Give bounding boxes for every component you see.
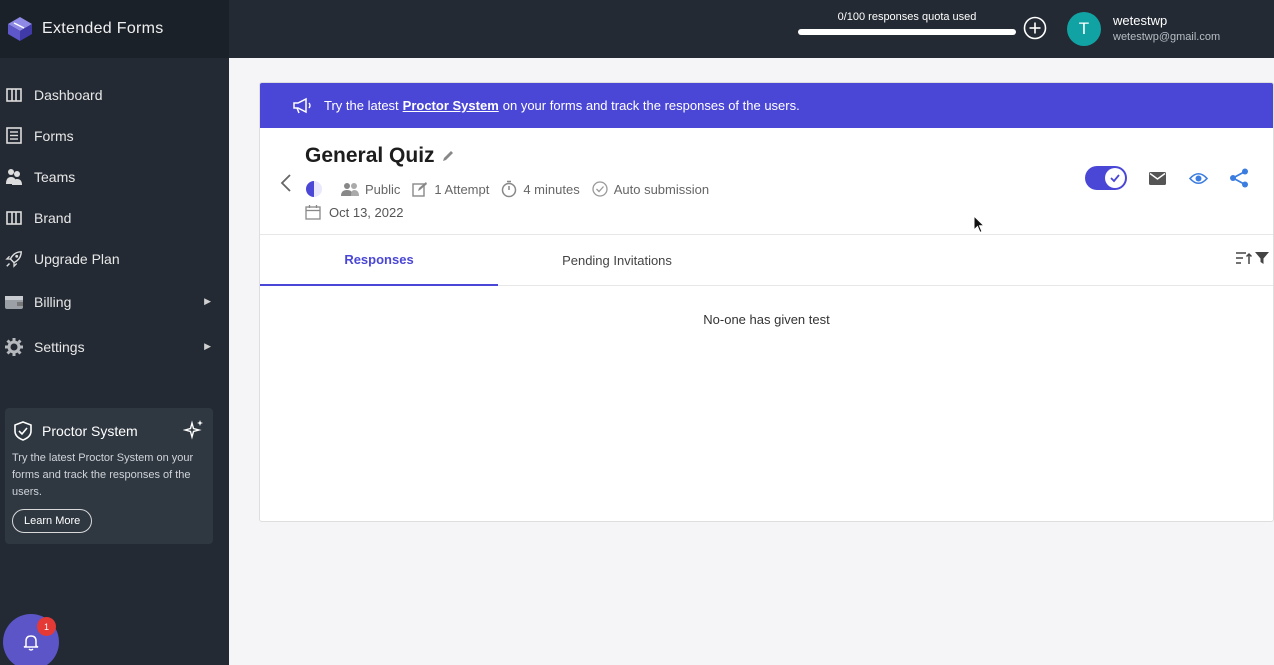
sidebar-item-label: Brand <box>34 209 72 226</box>
app-name: Extended Forms <box>42 20 164 37</box>
sidebar-item-upgrade-plan[interactable]: Upgrade Plan <box>0 238 229 279</box>
toggle-knob <box>1105 168 1125 188</box>
attempts-text: 1 Attempt <box>434 181 490 197</box>
publish-toggle[interactable] <box>1085 166 1127 190</box>
sidebar-item-billing[interactable]: Billing ▶ <box>0 279 229 324</box>
form-date: Oct 13, 2022 <box>305 204 403 220</box>
people-icon <box>5 168 23 186</box>
learn-more-button[interactable]: Learn More <box>12 509 93 533</box>
form-header: General Quiz Public 1 Attempt 4 minutes … <box>260 128 1273 235</box>
rocket-icon <box>5 250 23 268</box>
promo-header: Proctor System <box>12 420 206 442</box>
sidebar-item-settings[interactable]: Settings ▶ <box>0 324 229 369</box>
check-icon <box>1110 174 1120 183</box>
stopwatch-icon <box>502 180 517 198</box>
people-icon <box>341 183 359 196</box>
promo-text: Try the latest Proctor System on your fo… <box>12 452 194 498</box>
theme-indicator[interactable] <box>305 180 329 198</box>
visibility-text: Public <box>365 181 401 197</box>
sidebar-item-forms[interactable]: Forms <box>0 115 229 156</box>
form-meta: Public 1 Attempt 4 minutes Auto submissi… <box>305 180 721 198</box>
quota-indicator: 0/100 responses quota used <box>798 11 1016 35</box>
banner-suffix: on your forms and track the responses of… <box>502 98 800 113</box>
mouse-cursor-icon <box>973 215 985 234</box>
sidebar: Extended Forms Dashboard Forms Teams Bra… <box>0 0 229 665</box>
sidebar-item-label: Teams <box>34 168 76 185</box>
sidebar-item-label: Billing <box>34 293 72 310</box>
list-icon <box>5 127 23 145</box>
share-button[interactable] <box>1228 167 1250 189</box>
share-icon <box>1230 168 1248 188</box>
visibility-meta: Public <box>341 182 400 197</box>
sort-icon[interactable] <box>1236 251 1252 265</box>
form-title-row: General Quiz <box>305 144 455 168</box>
tab-tools <box>1236 251 1269 265</box>
check-circle-icon <box>592 181 608 197</box>
envelope-icon <box>1148 171 1166 185</box>
responses-tabs: Responses Pending Invitations <box>260 235 1273 286</box>
edit-square-icon <box>412 182 428 197</box>
form-responses-card: Try the latest Proctor System on your fo… <box>259 82 1274 522</box>
proctor-banner: Try the latest Proctor System on your fo… <box>260 83 1273 128</box>
proctor-system-link[interactable]: Proctor System <box>403 98 499 113</box>
tab-pending-invitations[interactable]: Pending Invitations <box>498 235 736 286</box>
columns-icon <box>5 209 23 227</box>
user-email: wetestwp@gmail.com <box>1113 31 1221 43</box>
gear-icon <box>5 337 23 356</box>
submission-meta: Auto submission <box>592 181 709 197</box>
email-button[interactable] <box>1146 167 1168 189</box>
columns-icon <box>5 86 23 104</box>
quota-progress-bar <box>798 29 1016 35</box>
megaphone-icon <box>293 97 311 113</box>
sidebar-nav: Dashboard Forms Teams Brand Upgrade Plan <box>0 74 229 369</box>
more-options-button[interactable] <box>1269 167 1273 189</box>
sidebar-item-brand[interactable]: Brand <box>0 197 229 238</box>
caret-right-icon: ▶ <box>204 296 211 306</box>
promo-title: Proctor System <box>42 423 138 439</box>
sidebar-item-label: Settings <box>34 338 85 355</box>
sidebar-item-teams[interactable]: Teams <box>0 156 229 197</box>
duration-text: 4 minutes <box>523 181 580 197</box>
brand[interactable]: Extended Forms <box>0 0 229 58</box>
edit-title-icon[interactable] <box>441 149 455 163</box>
eye-icon <box>1188 172 1208 184</box>
sidebar-item-label: Dashboard <box>34 86 103 103</box>
user-avatar[interactable]: T <box>1067 12 1101 46</box>
shield-check-icon <box>14 421 32 441</box>
sidebar-item-label: Upgrade Plan <box>34 250 120 267</box>
filter-icon[interactable] <box>1255 251 1269 265</box>
bell-icon <box>23 635 39 651</box>
add-quota-icon[interactable] <box>1023 16 1047 40</box>
calendar-icon <box>305 205 321 220</box>
sidebar-item-label: Forms <box>34 127 74 144</box>
empty-state-message: No-one has given test <box>703 312 830 327</box>
app-logo-icon <box>8 17 32 41</box>
date-text: Oct 13, 2022 <box>329 204 404 220</box>
proctor-promo-card: Proctor System Try the latest Proctor Sy… <box>5 408 213 544</box>
preview-button[interactable] <box>1187 167 1209 189</box>
tab-responses[interactable]: Responses <box>260 235 498 286</box>
topbar: 0/100 responses quota used T wetestwp we… <box>229 0 1274 58</box>
submission-text: Auto submission <box>613 181 710 197</box>
attempts-meta: 1 Attempt <box>412 181 489 197</box>
sparkle-icon <box>183 420 203 440</box>
sidebar-item-dashboard[interactable]: Dashboard <box>0 74 229 115</box>
form-actions <box>1085 166 1273 190</box>
caret-right-icon: ▶ <box>204 341 211 351</box>
half-circle-icon <box>306 181 322 197</box>
user-name: wetestwp <box>1113 13 1168 28</box>
wallet-icon <box>5 293 23 311</box>
duration-meta: 4 minutes <box>501 180 580 198</box>
quota-text: 0/100 responses quota used <box>837 11 977 23</box>
notification-count-badge: 1 <box>37 617 56 636</box>
banner-prefix: Try the latest <box>324 98 399 113</box>
form-title: General Quiz <box>305 144 435 167</box>
chevron-left-icon[interactable] <box>278 173 294 193</box>
